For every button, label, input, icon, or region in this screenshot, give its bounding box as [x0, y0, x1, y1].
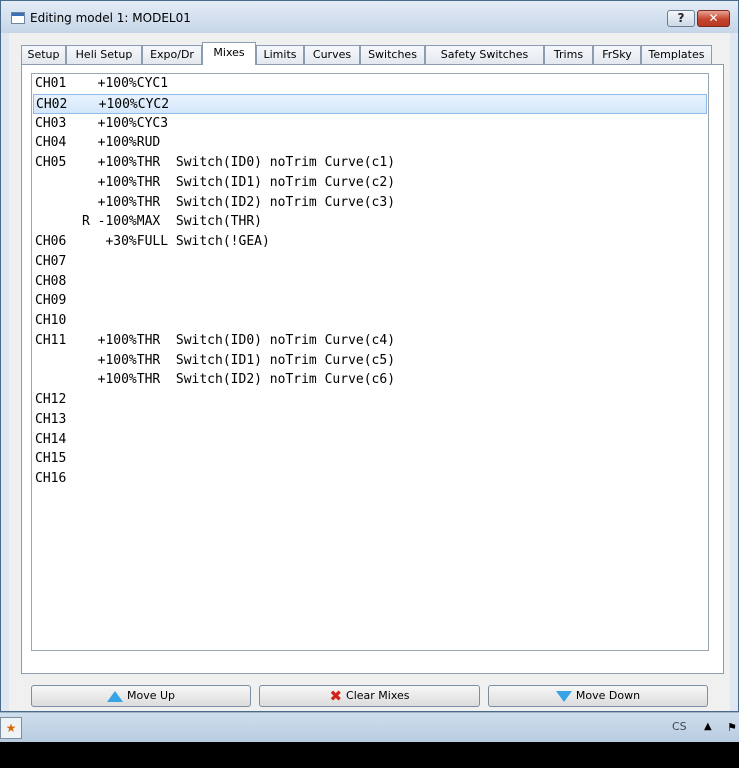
arrow-up-icon: [106, 690, 123, 702]
mix-row[interactable]: CH04 +100%RUD: [32, 133, 708, 153]
tab-switches[interactable]: Switches: [360, 45, 425, 64]
mix-row[interactable]: CH02 +100%CYC2: [33, 93, 707, 114]
mix-row[interactable]: CH05 +100%THR Switch(ID0) noTrim Curve(c…: [32, 153, 708, 173]
mix-row[interactable]: +100%THR Switch(ID2) noTrim Curve(c6): [32, 370, 708, 390]
mix-row[interactable]: CH09: [32, 291, 708, 311]
tab-safety-switches[interactable]: Safety Switches: [425, 45, 544, 64]
close-button[interactable]: ✕: [697, 10, 730, 27]
mix-row[interactable]: CH16: [32, 469, 708, 489]
mix-row[interactable]: CH08: [32, 272, 708, 292]
mix-row[interactable]: CH01 +100%CYC1: [32, 74, 708, 94]
mix-row[interactable]: CH13: [32, 410, 708, 430]
clear-mixes-button[interactable]: ✖ Clear Mixes: [259, 685, 480, 707]
mix-row[interactable]: R -100%MAX Switch(THR): [32, 212, 708, 232]
tab-trims[interactable]: Trims: [544, 45, 593, 64]
tab-setup[interactable]: Setup: [21, 45, 66, 64]
mix-row[interactable]: +100%THR Switch(ID1) noTrim Curve(c2): [32, 173, 708, 193]
mix-row[interactable]: CH10: [32, 311, 708, 331]
mix-row[interactable]: +100%THR Switch(ID1) noTrim Curve(c5): [32, 351, 708, 371]
tab-expo-dr[interactable]: Expo/Dr: [142, 45, 202, 64]
tab-templates[interactable]: Templates: [641, 45, 712, 64]
tab-mixes[interactable]: Mixes: [202, 42, 256, 65]
mix-row[interactable]: CH11 +100%THR Switch(ID0) noTrim Curve(c…: [32, 331, 708, 351]
mix-row[interactable]: CH07: [32, 252, 708, 272]
mix-row[interactable]: CH14: [32, 430, 708, 450]
editor-window: Editing model 1: MODEL01 ? ✕ Setup Heli …: [0, 0, 739, 712]
window-title: Editing model 1: MODEL01: [30, 11, 191, 25]
move-down-button[interactable]: Move Down: [488, 685, 708, 707]
mixes-list[interactable]: CH01 +100%CYC1 CH02 +100%CYC2 CH03 +100%CY…: [31, 73, 709, 651]
red-x-icon: ✖: [329, 687, 343, 705]
tab-frsky[interactable]: FrSky: [593, 45, 641, 64]
mix-row[interactable]: CH03 +100%CYC3: [32, 114, 708, 134]
taskbar: ★ CS ▲ ⚑: [0, 712, 739, 743]
mix-row[interactable]: CH12: [32, 390, 708, 410]
help-button[interactable]: ?: [667, 10, 695, 27]
mix-row[interactable]: CH15: [32, 449, 708, 469]
language-indicator[interactable]: CS: [672, 720, 687, 733]
mix-row[interactable]: CH06 +30%FULL Switch(!GEA): [32, 232, 708, 252]
window-icon: [11, 12, 25, 24]
tab-limits[interactable]: Limits: [256, 45, 304, 64]
show-hidden-icons-button[interactable]: ▲: [704, 721, 712, 732]
arrow-down-icon: [555, 690, 572, 702]
screen-bottom-border: [0, 742, 739, 768]
move-up-button[interactable]: Move Up: [31, 685, 251, 707]
dialog-client-area: Setup Heli Setup Expo/Dr Mixes Limits Cu…: [9, 33, 730, 711]
mix-row[interactable]: +100%THR Switch(ID2) noTrim Curve(c3): [32, 193, 708, 213]
tab-curves[interactable]: Curves: [304, 45, 360, 64]
app-tray-icon[interactable]: ★: [0, 717, 22, 739]
mixes-tab-pane: CH01 +100%CYC1 CH02 +100%CYC2 CH03 +100%CY…: [21, 64, 724, 674]
title-bar[interactable]: Editing model 1: MODEL01 ? ✕: [1, 1, 738, 33]
tab-heli-setup[interactable]: Heli Setup: [66, 45, 142, 64]
action-center-flag-icon[interactable]: ⚑: [727, 721, 737, 734]
